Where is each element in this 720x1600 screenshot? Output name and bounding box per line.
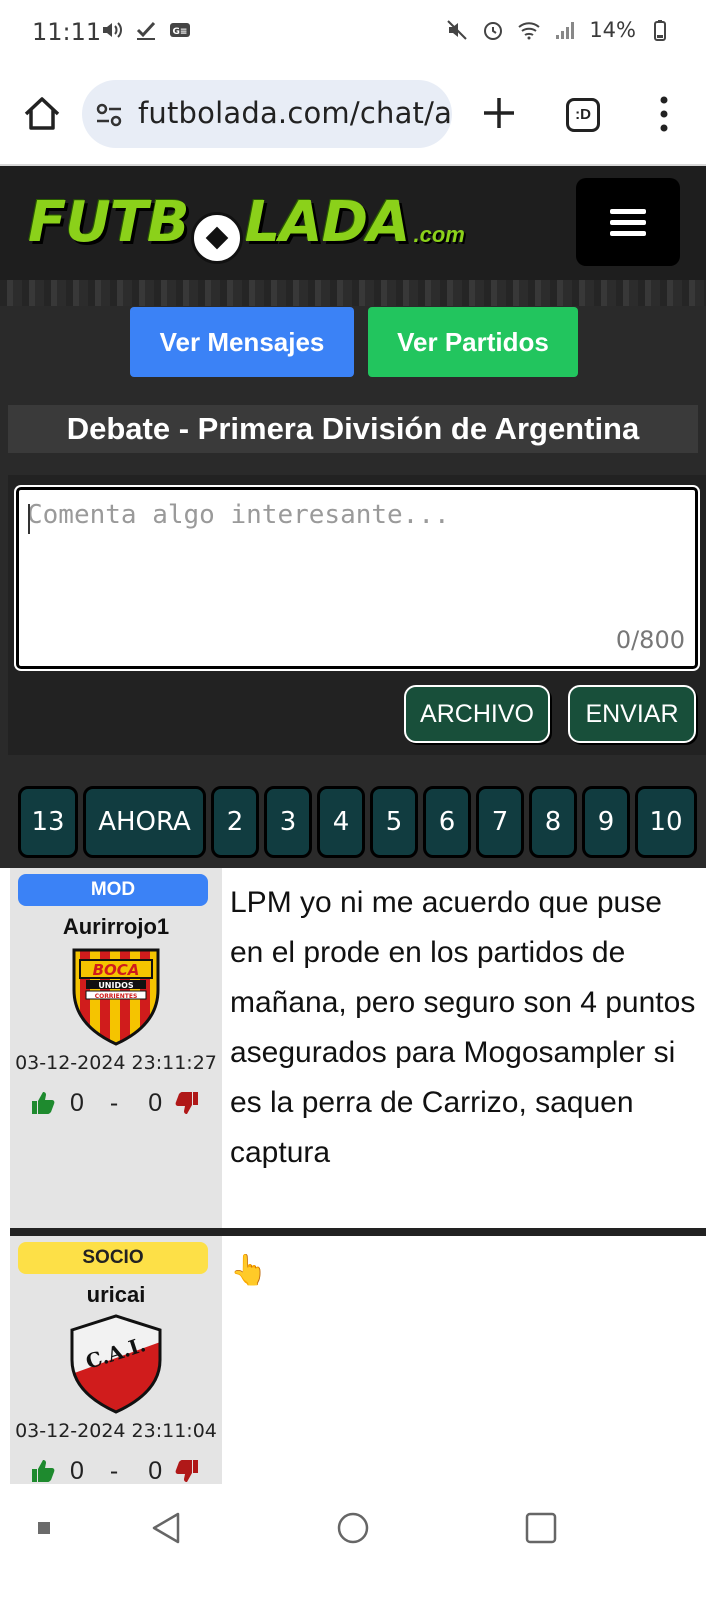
page-button[interactable]: 5 <box>370 786 418 858</box>
view-messages-button[interactable]: Ver Mensajes <box>130 307 354 377</box>
username[interactable]: Aurirrojo1 <box>10 914 222 940</box>
comment-input[interactable] <box>27 500 687 620</box>
page-button[interactable]: 7 <box>476 786 524 858</box>
page-button[interactable]: 6 <box>423 786 471 858</box>
vote-bar: 0 - 0 <box>30 1088 210 1118</box>
texture-strip <box>0 280 706 306</box>
caption-icon: G≡ <box>170 23 190 37</box>
system-nav-bar <box>0 1484 720 1600</box>
username[interactable]: uricai <box>10 1282 222 1308</box>
like-count: 0 <box>70 1088 84 1117</box>
soccer-ball-icon <box>190 212 243 264</box>
dislike-count: 0 <box>148 1088 163 1117</box>
vote-separator: - <box>109 1456 119 1485</box>
back-icon[interactable] <box>148 1510 184 1546</box>
message-text: LPM yo ni me acuerdo que puse en el prod… <box>230 886 696 1169</box>
page-button[interactable]: 10 <box>635 786 697 858</box>
message-list: MOD Aurirrojo1 BOCA UNIDOS CORRIENTES 03… <box>10 868 706 1484</box>
team-crest-icon: C.A.I. <box>70 1314 162 1414</box>
vote-bar: 0 - 0 <box>30 1456 210 1484</box>
crest-text: BOCA <box>93 961 140 979</box>
alarm-icon <box>484 22 503 40</box>
page-button[interactable]: 8 <box>529 786 577 858</box>
dislike-count: 0 <box>148 1456 163 1485</box>
site-logo[interactable]: FUTB LADA .com <box>28 188 465 264</box>
hamburger-menu-button[interactable] <box>576 178 680 266</box>
battery-icon <box>654 20 666 41</box>
page-button-now[interactable]: AHORA <box>83 786 206 858</box>
attach-file-button[interactable]: ARCHIVO <box>404 685 550 743</box>
pagination: 13 AHORA 2 3 4 5 6 7 8 9 10 <box>18 786 697 858</box>
comment-box[interactable]: 0/800 <box>16 487 698 669</box>
volume-icon <box>103 22 122 38</box>
char-counter: 0/800 <box>615 626 685 654</box>
crest-text: UNIDOS <box>98 981 134 990</box>
status-bar: 11:11 G≡ 14% <box>0 0 720 66</box>
overview-icon[interactable] <box>523 1510 559 1546</box>
status-time: 11:11 <box>32 18 102 46</box>
more-options-icon[interactable] <box>652 94 676 134</box>
page-title: Debate - Primera División de Argentina <box>8 405 698 453</box>
battery-percent: 14% <box>589 18 636 42</box>
team-crest-icon: BOCA UNIDOS CORRIENTES <box>72 948 160 1046</box>
site-header: FUTB LADA .com <box>0 164 706 280</box>
text-cursor <box>28 504 30 534</box>
browser-toolbar: futbolada.com/chat/ar :D <box>0 66 720 164</box>
message-date: 03-12-2024 23:11:27 <box>15 1052 217 1074</box>
site-settings-icon[interactable] <box>96 102 122 128</box>
signal-icon <box>556 22 575 39</box>
svg-text:G≡: G≡ <box>173 27 188 37</box>
like-count: 0 <box>70 1456 84 1485</box>
message-text: 👆 <box>230 1254 268 1287</box>
check-icon <box>136 21 156 40</box>
new-tab-icon[interactable] <box>476 90 522 136</box>
page-button[interactable]: 13 <box>18 786 78 858</box>
url-text: futbolada.com/chat/ar <box>138 96 452 130</box>
thumbs-up-icon[interactable] <box>30 1090 56 1116</box>
page-button[interactable]: 3 <box>264 786 312 858</box>
tab-switcher-button[interactable]: :D <box>566 98 600 132</box>
mute-icon <box>447 20 468 40</box>
recent-indicator-icon <box>38 1522 50 1534</box>
role-badge: SOCIO <box>18 1242 208 1274</box>
view-matches-button[interactable]: Ver Partidos <box>368 307 578 377</box>
crest-text: CORRIENTES <box>95 993 138 1000</box>
vote-separator: - <box>109 1088 119 1117</box>
home-icon[interactable] <box>20 92 64 136</box>
url-bar[interactable]: futbolada.com/chat/ar <box>82 80 452 148</box>
send-button[interactable]: ENVIAR <box>568 685 696 743</box>
home-nav-icon[interactable] <box>335 1510 371 1546</box>
thumbs-up-icon[interactable] <box>30 1458 56 1484</box>
role-badge: MOD <box>18 874 208 906</box>
page-button[interactable]: 9 <box>582 786 630 858</box>
wifi-icon <box>518 22 540 40</box>
message-item: MOD Aurirrojo1 BOCA UNIDOS CORRIENTES 03… <box>10 868 706 1228</box>
page-button[interactable]: 2 <box>211 786 259 858</box>
message-date: 03-12-2024 23:11:04 <box>15 1420 217 1442</box>
message-author-panel: SOCIO uricai C.A.I. 03-12-2024 23:11:04 … <box>10 1236 222 1484</box>
message-item: SOCIO uricai C.A.I. 03-12-2024 23:11:04 … <box>10 1236 706 1484</box>
main-content: Ver Mensajes Ver Partidos Debate - Prime… <box>0 280 706 868</box>
message-author-panel: MOD Aurirrojo1 BOCA UNIDOS CORRIENTES 03… <box>10 868 222 1228</box>
thumbs-down-icon[interactable] <box>174 1090 200 1116</box>
thumbs-down-icon[interactable] <box>174 1458 200 1484</box>
page-button[interactable]: 4 <box>317 786 365 858</box>
comment-composer: 0/800 ARCHIVO ENVIAR <box>8 475 706 755</box>
